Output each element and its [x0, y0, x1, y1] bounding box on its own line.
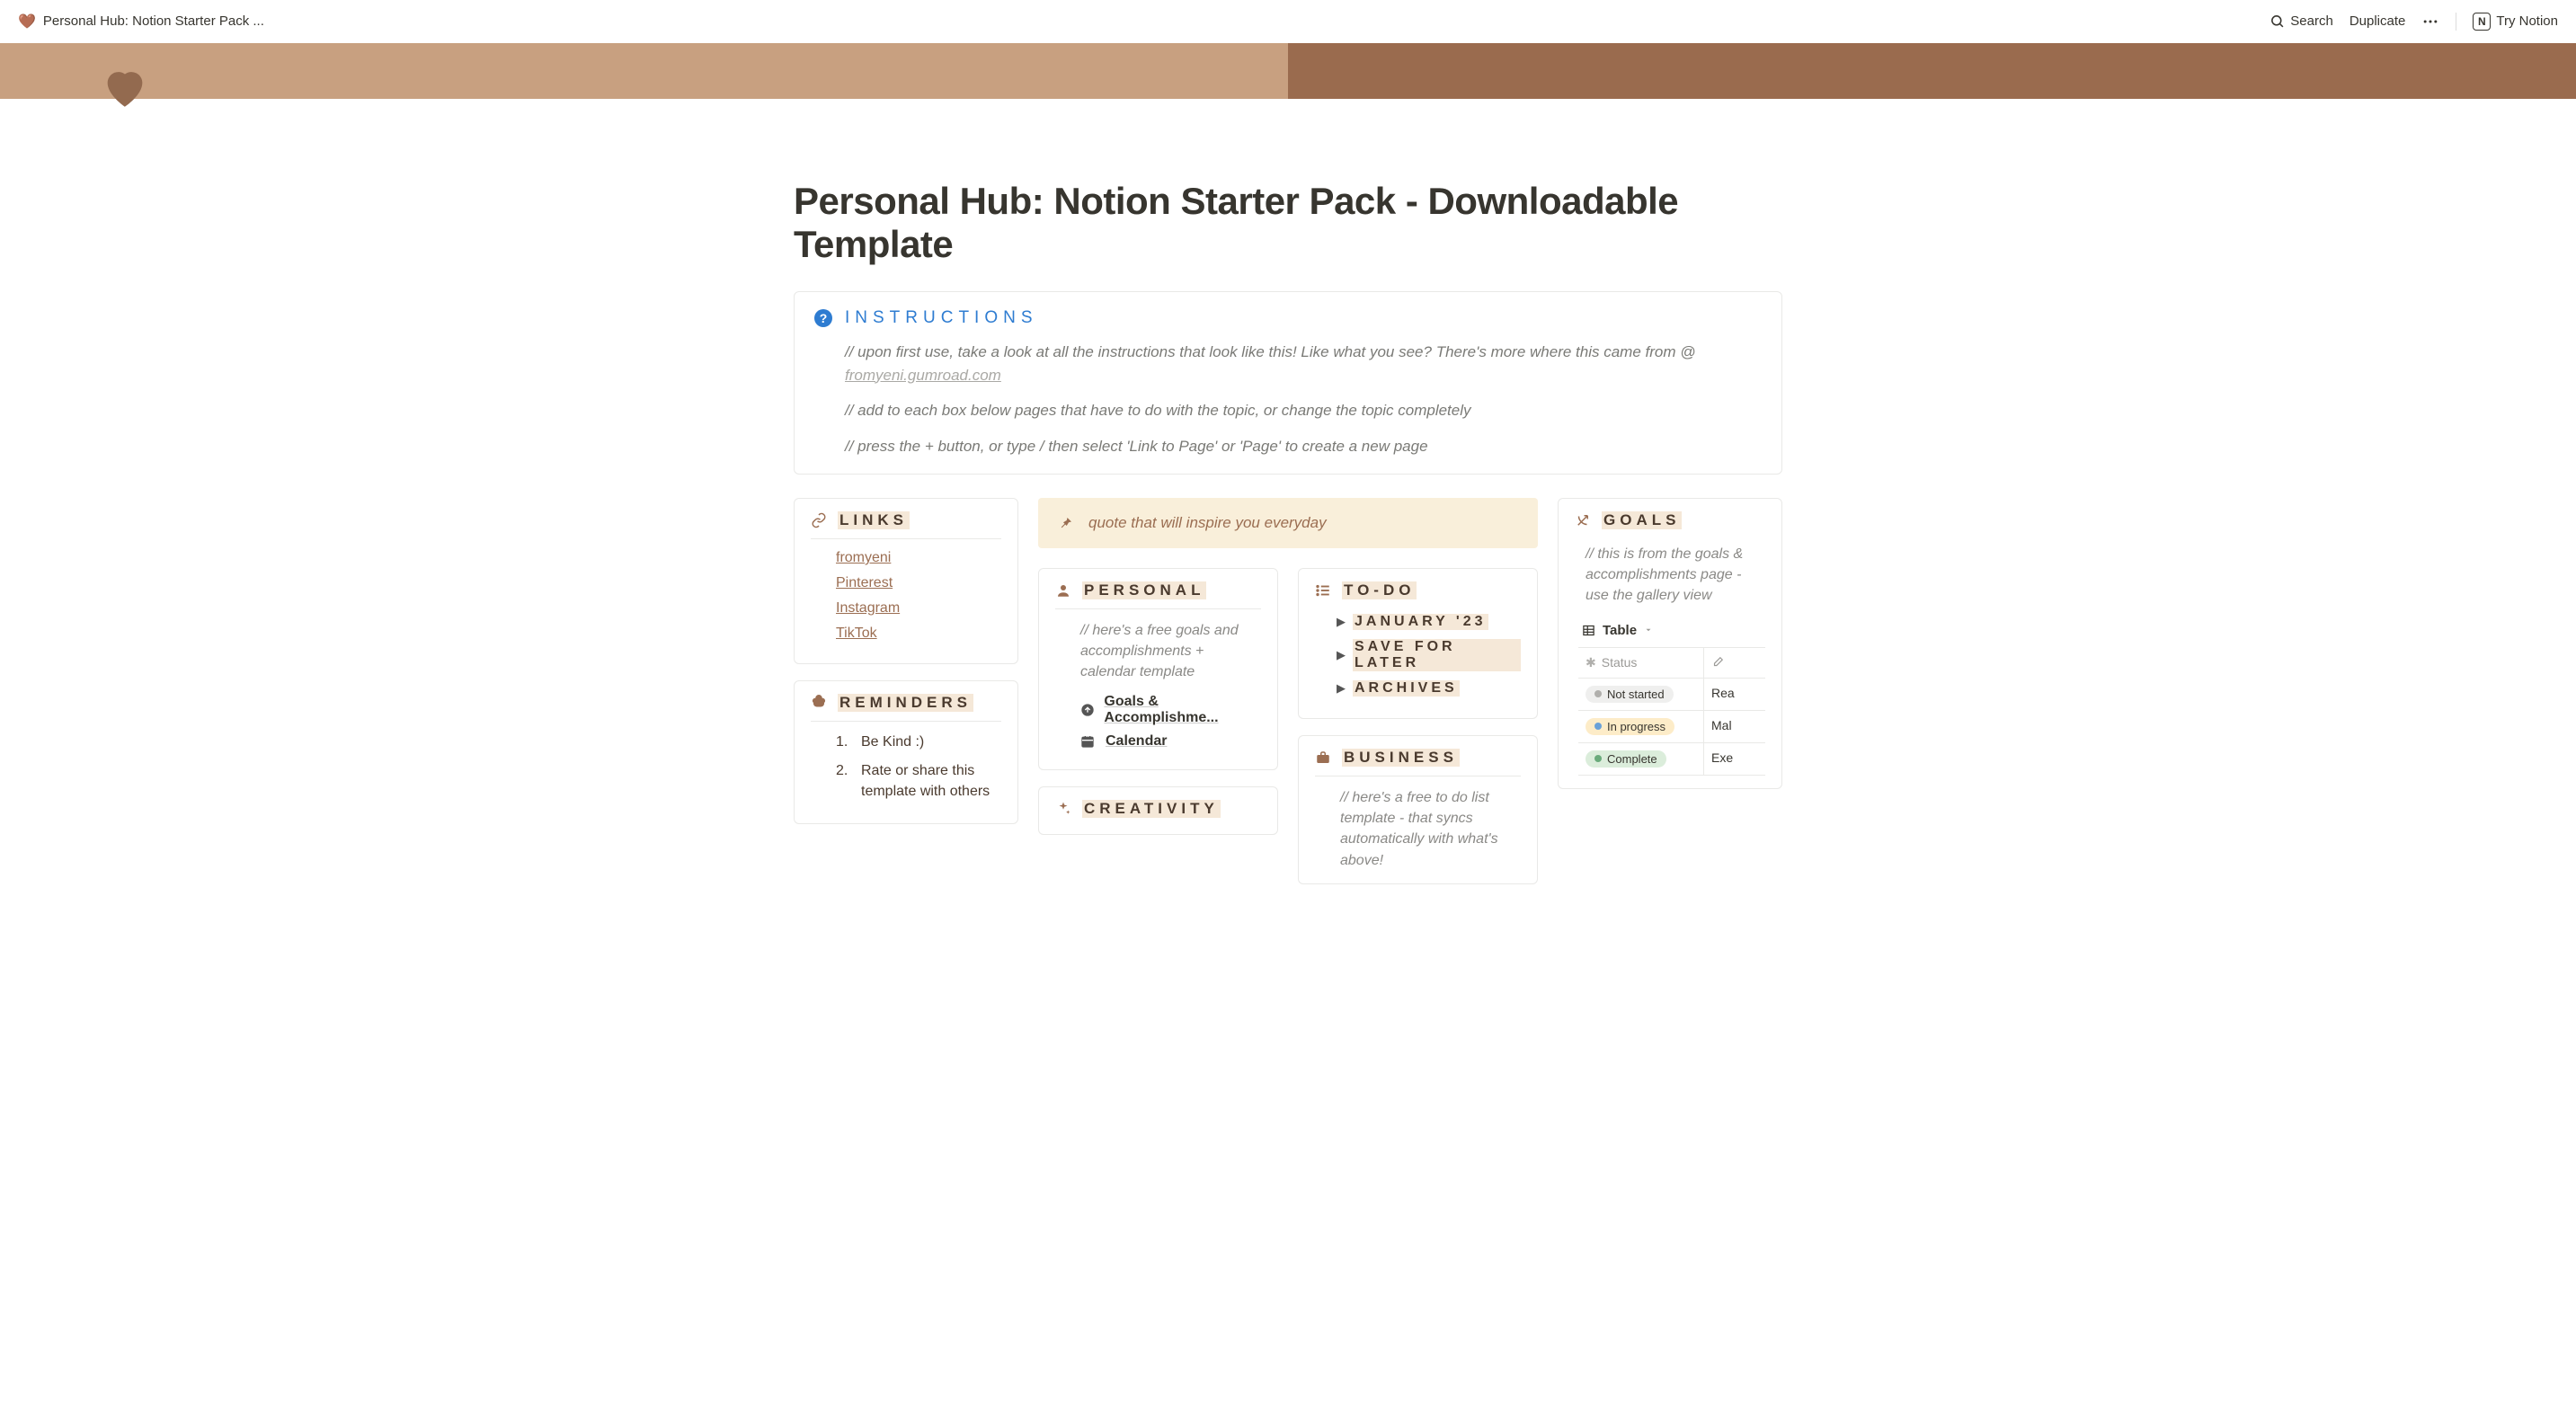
middle-right: TO-DO ▶JANUARY '23 ▶SAVE FOR LATER ▶ARCH…: [1298, 568, 1538, 901]
goals-label: GOALS: [1602, 511, 1682, 529]
todo-toggle[interactable]: ▶JANUARY '23: [1315, 614, 1521, 630]
table-icon: [1582, 624, 1595, 637]
reminders-label: REMINDERS: [838, 694, 973, 712]
status-icon: ✱: [1586, 655, 1596, 670]
left-column: LINKS fromyeni Pinterest Instagram TikTo…: [794, 498, 1018, 840]
link-item[interactable]: Pinterest: [836, 575, 893, 590]
info-icon: ?: [814, 309, 832, 327]
todo-toggle[interactable]: ▶ARCHIVES: [1315, 680, 1521, 697]
reminder-item[interactable]: 2.Rate or share this template with other…: [836, 761, 1001, 802]
more-button[interactable]: [2421, 13, 2439, 31]
view-selector[interactable]: Table: [1578, 617, 1765, 647]
right-column: GOALS // this is from the goals & accomp…: [1558, 498, 1782, 805]
chevron-down-icon: [1644, 626, 1653, 635]
instruction-line[interactable]: // upon first use, take a look at all th…: [814, 341, 1762, 386]
search-icon: [2270, 13, 2285, 29]
person-icon: [1055, 582, 1073, 599]
creativity-label: CREATIVITY: [1082, 800, 1221, 818]
search-button[interactable]: Search: [2270, 13, 2333, 29]
cover-image: [0, 43, 2576, 99]
goals-note[interactable]: // this is from the goals & accomplishme…: [1575, 544, 1765, 607]
topbar-actions: Search Duplicate N Try Notion: [2270, 13, 2558, 31]
links-label: LINKS: [838, 511, 910, 529]
arrow-up-circle-icon: [1080, 703, 1095, 717]
quote-text: quote that will inspire you everyday: [1088, 514, 1327, 532]
list-icon: [1315, 582, 1333, 599]
links-card: LINKS fromyeni Pinterest Instagram TikTo…: [794, 498, 1018, 664]
link-item[interactable]: Instagram: [836, 600, 900, 616]
try-notion-button[interactable]: N Try Notion: [2473, 13, 2558, 31]
todo-card: TO-DO ▶JANUARY '23 ▶SAVE FOR LATER ▶ARCH…: [1298, 568, 1538, 719]
instructions-callout: ? INSTRUCTIONS // upon first use, take a…: [794, 291, 1782, 475]
middle-column: quote that will inspire you everyday PER…: [1038, 498, 1538, 901]
link-list: fromyeni Pinterest Instagram TikTok: [811, 550, 1001, 642]
status-column[interactable]: ✱ Status: [1578, 648, 1704, 678]
instruction-line[interactable]: // add to each box below pages that have…: [814, 399, 1762, 422]
title-column[interactable]: [1704, 648, 1765, 678]
sparkles-icon: [1055, 801, 1073, 817]
heart-icon: [99, 61, 151, 113]
table-row[interactable]: Not started Rea: [1578, 679, 1765, 711]
page-title-breadcrumb: Personal Hub: Notion Starter Pack ...: [43, 13, 264, 29]
goals-card: GOALS // this is from the goals & accomp…: [1558, 498, 1782, 789]
triangle-right-icon: ▶: [1337, 648, 1346, 662]
calendar-icon: [1080, 734, 1097, 749]
business-card: BUSINESS // here's a free to do list tem…: [1298, 735, 1538, 884]
pin-icon: [1058, 515, 1074, 531]
edit-icon: [1711, 656, 1724, 669]
breadcrumb[interactable]: 🤎 Personal Hub: Notion Starter Pack ...: [18, 13, 264, 31]
table-row[interactable]: Complete Exe: [1578, 743, 1765, 776]
business-note[interactable]: // here's a free to do list template - t…: [1315, 787, 1521, 871]
personal-card: PERSONAL // here's a free goals and acco…: [1038, 568, 1278, 770]
ellipsis-icon: [2421, 13, 2439, 31]
briefcase-icon: [1315, 750, 1333, 766]
topbar: 🤎 Personal Hub: Notion Starter Pack ... …: [0, 0, 2576, 43]
todo-toggle[interactable]: ▶SAVE FOR LATER: [1315, 639, 1521, 671]
gumroad-link[interactable]: fromyeni.gumroad.com: [845, 367, 1001, 384]
middle-left: PERSONAL // here's a free goals and acco…: [1038, 568, 1278, 901]
triangle-right-icon: ▶: [1337, 615, 1346, 629]
quote-callout[interactable]: quote that will inspire you everyday: [1038, 498, 1538, 548]
instruction-line[interactable]: // press the + button, or type / then se…: [814, 435, 1762, 458]
duplicate-button[interactable]: Duplicate: [2349, 13, 2406, 29]
page-icon[interactable]: [99, 61, 151, 113]
reminder-item[interactable]: 1.Be Kind :): [836, 732, 1001, 752]
notion-logo-icon: N: [2473, 13, 2491, 31]
triangle-right-icon: ▶: [1337, 681, 1346, 696]
link-icon: [811, 512, 829, 528]
personal-note[interactable]: // here's a free goals and accomplishmen…: [1055, 620, 1261, 683]
goals-table: ✱ Status Not started Rea In: [1578, 647, 1765, 776]
table-row[interactable]: In progress Mal: [1578, 711, 1765, 743]
page-content: Personal Hub: Notion Starter Pack - Down…: [704, 99, 1872, 936]
instructions-label: INSTRUCTIONS: [845, 308, 1038, 328]
creativity-card: CREATIVITY: [1038, 786, 1278, 835]
page-link-goals[interactable]: Goals & Accomplishme...: [1055, 694, 1261, 726]
table-header: ✱ Status: [1578, 648, 1765, 679]
reminders-card: REMINDERS 1.Be Kind :) 2.Rate or share t…: [794, 680, 1018, 824]
bow-arrow-icon: [1575, 512, 1593, 528]
todo-label: TO-DO: [1342, 581, 1417, 599]
link-item[interactable]: TikTok: [836, 626, 877, 641]
heart-icon: 🤎: [18, 13, 36, 31]
thought-icon: [811, 695, 829, 711]
link-item[interactable]: fromyeni: [836, 550, 891, 565]
business-label: BUSINESS: [1342, 749, 1460, 767]
personal-label: PERSONAL: [1082, 581, 1206, 599]
page-title[interactable]: Personal Hub: Notion Starter Pack - Down…: [794, 180, 1782, 266]
page-link-calendar[interactable]: Calendar: [1055, 733, 1261, 750]
